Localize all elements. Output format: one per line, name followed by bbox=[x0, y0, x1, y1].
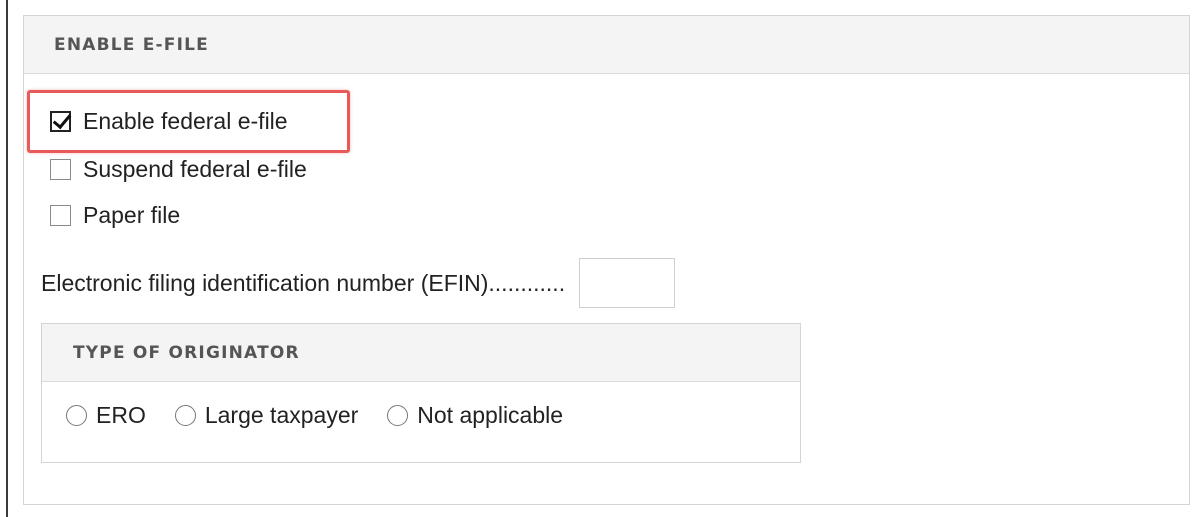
large-taxpayer-radio[interactable] bbox=[174, 405, 196, 426]
panel-header: ENABLE E-FILE bbox=[24, 16, 1189, 74]
enable-federal-efile-label: Enable federal e-file bbox=[83, 107, 288, 134]
subpanel-header: TYPE OF ORIGINATOR bbox=[42, 324, 800, 382]
paper-file-checkbox[interactable] bbox=[50, 204, 71, 226]
ero-label: ERO bbox=[96, 402, 146, 428]
left-border-rule bbox=[6, 0, 8, 517]
radio-option-large-taxpayer[interactable]: Large taxpayer bbox=[174, 402, 359, 429]
paper-file-option[interactable]: Paper file bbox=[50, 200, 180, 230]
efin-label: Electronic filing identification number … bbox=[41, 269, 566, 296]
not-applicable-label: Not applicable bbox=[417, 402, 564, 428]
suspend-federal-efile-option[interactable]: Suspend federal e-file bbox=[50, 154, 307, 184]
suspend-federal-efile-label: Suspend federal e-file bbox=[83, 155, 307, 182]
large-taxpayer-label: Large taxpayer bbox=[204, 402, 359, 428]
radio-option-ero[interactable]: ERO bbox=[66, 402, 146, 429]
not-applicable-radio[interactable] bbox=[387, 405, 409, 426]
enable-efile-panel: ENABLE E-FILE Enable federal e-file Susp… bbox=[23, 15, 1190, 505]
efin-input[interactable] bbox=[579, 258, 676, 308]
ero-radio[interactable] bbox=[66, 405, 87, 426]
originator-radio-group: ERO Large taxpayer Not applicable bbox=[66, 402, 592, 429]
paper-file-label: Paper file bbox=[83, 201, 181, 228]
type-of-originator-panel: TYPE OF ORIGINATOR ERO Large taxpayer No… bbox=[41, 323, 801, 463]
section-title: ENABLE E-FILE bbox=[54, 34, 209, 55]
subpanel-title: TYPE OF ORIGINATOR bbox=[73, 342, 300, 363]
suspend-federal-efile-checkbox[interactable] bbox=[50, 158, 71, 180]
radio-option-not-applicable[interactable]: Not applicable bbox=[387, 402, 563, 429]
enable-federal-efile-checkbox[interactable] bbox=[50, 110, 71, 132]
efin-row: Electronic filing identification number … bbox=[41, 257, 676, 309]
enable-federal-efile-option[interactable]: Enable federal e-file bbox=[50, 106, 288, 136]
